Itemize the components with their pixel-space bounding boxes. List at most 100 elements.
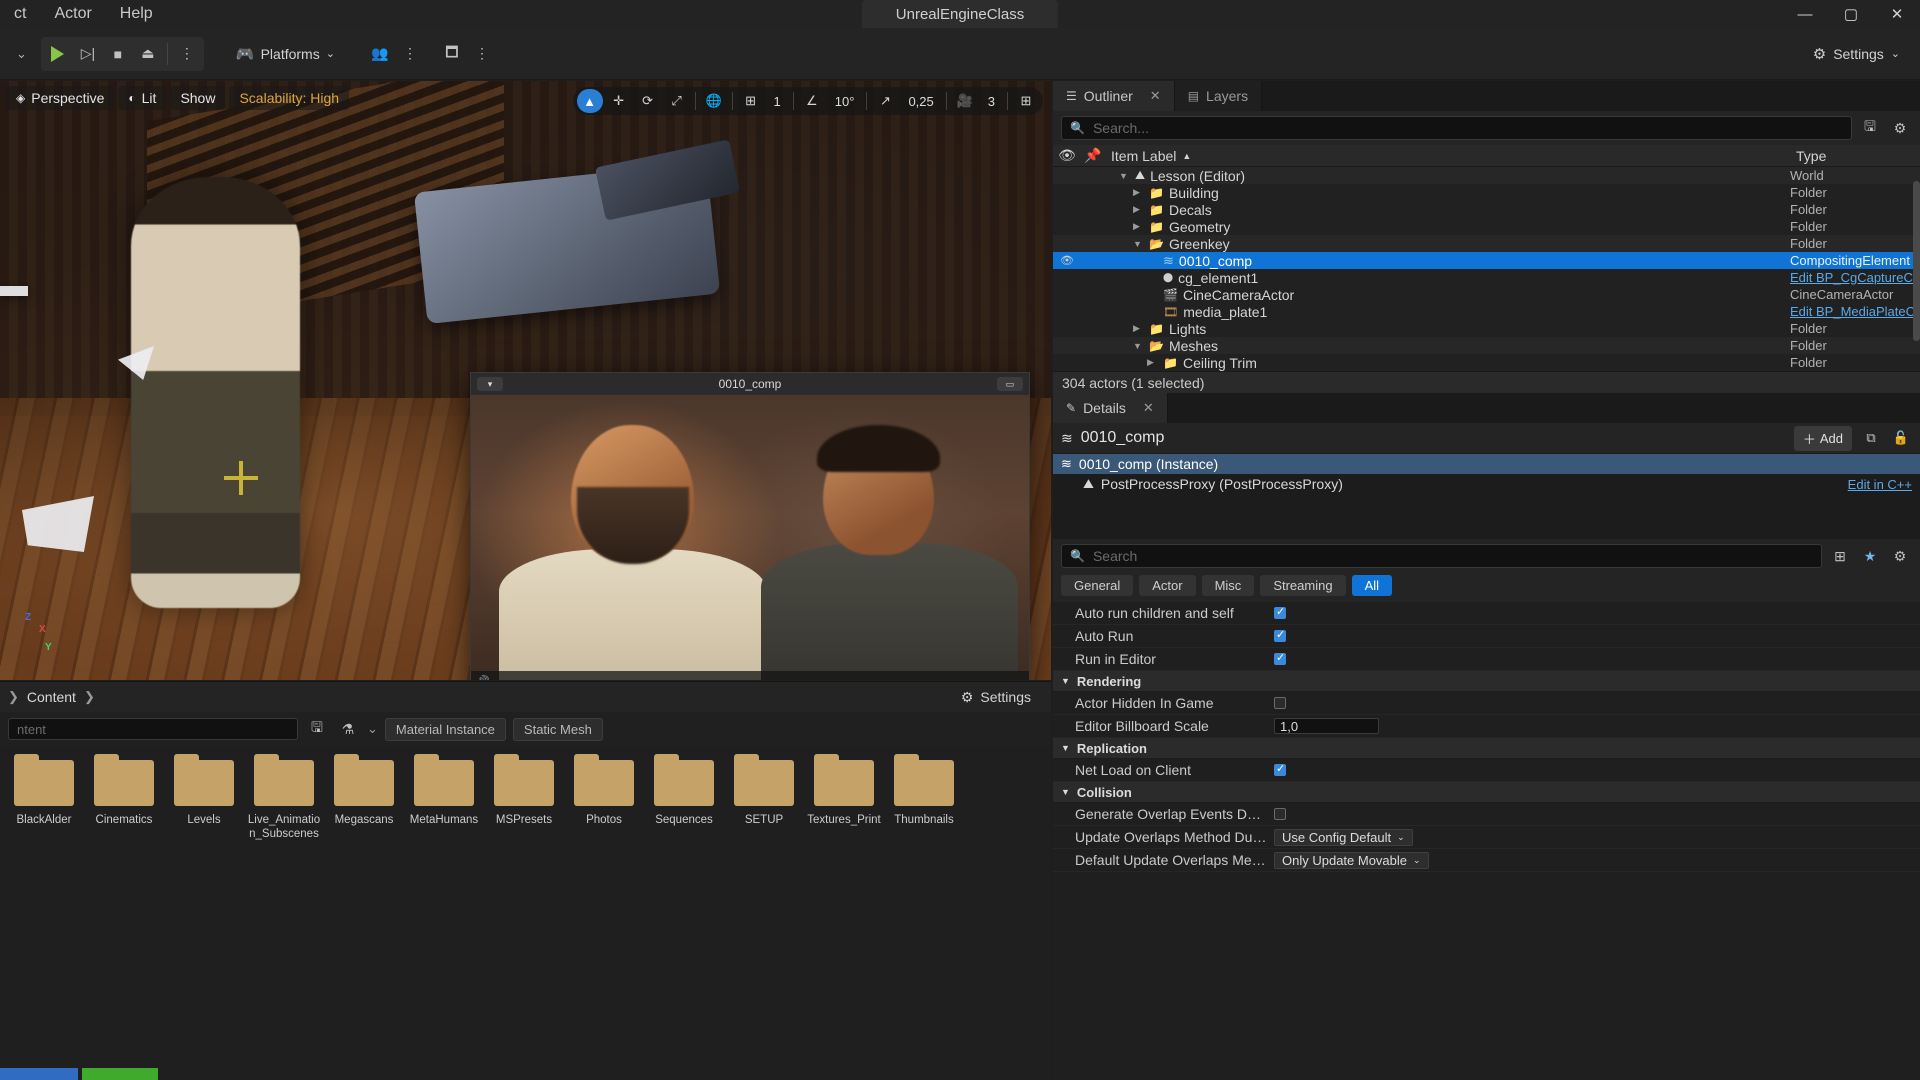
media-preview-expand-button[interactable]: ▭ xyxy=(997,377,1023,391)
play-button[interactable] xyxy=(43,39,73,69)
property-checkbox[interactable] xyxy=(1274,605,1286,619)
property-checkbox[interactable] xyxy=(1274,808,1286,820)
outliner-row-meshes[interactable]: ▼ 📂 Meshes Folder xyxy=(1053,337,1920,354)
details-filter-misc[interactable]: Misc xyxy=(1201,575,1255,596)
outliner-search-box[interactable]: 🔍 xyxy=(1061,116,1852,140)
chevron-down-icon[interactable]: ⌄ xyxy=(367,721,378,737)
menu-item-help[interactable]: Help xyxy=(106,2,167,26)
menu-item-actor[interactable]: Actor xyxy=(40,2,105,26)
outliner-row-lesson-editor-[interactable]: ▼ ⛰ Lesson (Editor) World xyxy=(1053,167,1920,184)
property-category-rendering[interactable]: ▼ Rendering xyxy=(1053,671,1920,692)
grid-snap-toggle[interactable]: ⊞ xyxy=(738,89,764,113)
bottom-bar-blue[interactable] xyxy=(0,1068,78,1080)
tab-layers[interactable]: ▤ Layers xyxy=(1174,81,1263,111)
chevron-right-icon[interactable]: ▶ xyxy=(1133,323,1144,334)
outliner-row-ceiling-trim[interactable]: ▶ 📁 Ceiling Trim Folder xyxy=(1053,354,1920,371)
maximize-button[interactable]: ▢ xyxy=(1828,0,1874,28)
outliner-row-building[interactable]: ▶ 📁 Building Folder xyxy=(1053,184,1920,201)
screenshot-button[interactable]: 🗖 xyxy=(437,39,467,69)
content-folder-megascans[interactable]: Megascans xyxy=(324,754,404,827)
stop-button[interactable]: ■ xyxy=(103,39,133,69)
filter-tag-material-instance[interactable]: Material Instance xyxy=(384,717,506,741)
eject-button[interactable]: ⏏ xyxy=(133,39,163,69)
content-folder-metahumans[interactable]: MetaHumans xyxy=(404,754,484,827)
property-checkbox[interactable] xyxy=(1274,697,1286,709)
column-item-label[interactable]: Item Label ▲ xyxy=(1105,148,1790,164)
media-preview-menu-button[interactable]: ▾ xyxy=(477,377,503,391)
chevron-right-icon[interactable]: ❯ xyxy=(84,689,95,705)
outliner-row-decals[interactable]: ▶ 📁 Decals Folder xyxy=(1053,201,1920,218)
path-content-label[interactable]: Content xyxy=(27,689,76,705)
content-browser-search-box[interactable] xyxy=(8,718,298,740)
rotate-tool-button[interactable]: ⟳ xyxy=(635,89,661,113)
outliner-search-input[interactable] xyxy=(1092,120,1843,136)
viewport-show-button[interactable]: Show xyxy=(170,86,226,110)
play-options-button[interactable]: ⋮ xyxy=(172,39,202,69)
property-dropdown[interactable]: Use Config Default ⌄ xyxy=(1274,828,1413,846)
details-filter-all[interactable]: All xyxy=(1351,575,1393,596)
details-grid-view-button[interactable]: ⊞ xyxy=(1828,544,1852,568)
tab-details[interactable]: ✎ Details ✕ xyxy=(1053,393,1168,423)
select-tool-button[interactable]: ▲ xyxy=(576,89,603,113)
level-viewport[interactable]: ◈ Perspective ◐ Lit Show Scalability: Hi… xyxy=(0,81,1051,680)
chevron-right-icon[interactable]: ▶ xyxy=(1133,204,1144,215)
viewport-scalability-button[interactable]: Scalability: High xyxy=(229,86,350,110)
outliner-save-button[interactable]: 🖫 xyxy=(1858,116,1882,140)
bottom-bar-green[interactable] xyxy=(82,1068,158,1080)
tab-outliner[interactable]: ☰ Outliner ✕ xyxy=(1053,81,1175,111)
settings-button[interactable]: ⚙ Settings ⌄ xyxy=(1801,38,1912,70)
menu-item-project[interactable]: ct xyxy=(0,2,40,26)
chevron-down-icon[interactable]: ▼ xyxy=(1133,239,1144,249)
row-type-cell[interactable]: Edit BP_CgCaptureComp xyxy=(1790,270,1920,285)
grid-snap-value[interactable]: 1 xyxy=(767,92,788,111)
multi-user-button[interactable]: 👥 xyxy=(365,39,395,69)
content-folder-live-animation-subscenes[interactable]: Live_Animation_Subscenes xyxy=(244,754,324,842)
property-category-replication[interactable]: ▼ Replication xyxy=(1053,738,1920,759)
chevron-down-icon[interactable]: ▼ xyxy=(1119,171,1130,181)
scale-snap-toggle[interactable]: ↗ xyxy=(872,89,898,113)
scale-tool-button[interactable]: ⤢ xyxy=(664,89,690,113)
minimize-button[interactable]: — xyxy=(1782,0,1828,28)
outliner-settings-button[interactable]: ⚙ xyxy=(1888,116,1912,140)
scale-snap-value[interactable]: 0,25 xyxy=(901,92,940,111)
content-folder-mspresets[interactable]: MSPresets xyxy=(484,754,564,827)
chevron-right-icon[interactable]: ▶ xyxy=(1133,187,1144,198)
property-checkbox[interactable] xyxy=(1274,651,1286,665)
content-folder-textures-print[interactable]: Textures_Print xyxy=(804,754,884,827)
content-folder-thumbnails[interactable]: Thumbnails xyxy=(884,754,964,827)
property-checkbox[interactable] xyxy=(1274,628,1286,642)
outliner-row-cg-element1[interactable]: ⬤ cg_element1 Edit BP_CgCaptureComp xyxy=(1053,269,1920,286)
property-text-input[interactable]: 1,0 xyxy=(1274,718,1379,734)
chevron-right-icon[interactable]: ▶ xyxy=(1133,221,1144,232)
camera-speed-icon[interactable]: 🎥 xyxy=(952,89,978,113)
column-visibility-icon[interactable]: 👁 xyxy=(1053,147,1081,164)
outliner-row-geometry[interactable]: ▶ 📁 Geometry Folder xyxy=(1053,218,1920,235)
outliner-row-0010-comp[interactable]: 👁 ≋ 0010_comp CompositingElement xyxy=(1053,252,1920,269)
chevron-down-icon[interactable]: ▼ xyxy=(1133,341,1144,351)
open-blueprint-button[interactable]: ⧉ xyxy=(1860,428,1882,448)
outliner-row-greenkey[interactable]: ▼ 📂 Greenkey Folder xyxy=(1053,235,1920,252)
content-folder-blackalder[interactable]: BlackAlder xyxy=(4,754,84,827)
add-component-button[interactable]: ＋ Add xyxy=(1793,425,1852,451)
property-dropdown[interactable]: Only Update Movable ⌄ xyxy=(1274,851,1429,869)
details-filter-streaming[interactable]: Streaming xyxy=(1260,575,1346,596)
angle-snap-toggle[interactable]: ∠ xyxy=(799,89,825,113)
multi-user-options-button[interactable]: ⋮ xyxy=(395,39,425,69)
details-filter-actor[interactable]: Actor xyxy=(1139,575,1196,596)
outliner-row-cinecameraactor[interactable]: 🎬 CineCameraActor CineCameraActor xyxy=(1053,286,1920,303)
content-save-button[interactable]: 🖫 xyxy=(305,717,329,741)
content-folder-setup[interactable]: SETUP xyxy=(724,754,804,827)
row-visibility-icon[interactable]: 👁 xyxy=(1053,254,1081,267)
content-folder-levels[interactable]: Levels xyxy=(164,754,244,827)
component-row[interactable]: ⛰ PostProcessProxy (PostProcessProxy) Edit… xyxy=(1053,474,1920,494)
close-icon[interactable]: ✕ xyxy=(1143,400,1154,416)
content-browser-search-input[interactable] xyxy=(17,721,289,737)
chevron-right-icon[interactable]: ▶ xyxy=(1147,357,1158,368)
details-filter-general[interactable]: General xyxy=(1061,575,1134,596)
details-search-box[interactable]: 🔍 xyxy=(1061,544,1822,568)
content-folder-sequences[interactable]: Sequences xyxy=(644,754,724,827)
camera-speed-value[interactable]: 3 xyxy=(981,92,1002,111)
content-browser-settings-button[interactable]: ⚙ Settings xyxy=(949,685,1043,709)
content-filter-button[interactable]: ⚗ xyxy=(336,717,360,741)
outliner-row-lights[interactable]: ▶ 📁 Lights Folder xyxy=(1053,320,1920,337)
